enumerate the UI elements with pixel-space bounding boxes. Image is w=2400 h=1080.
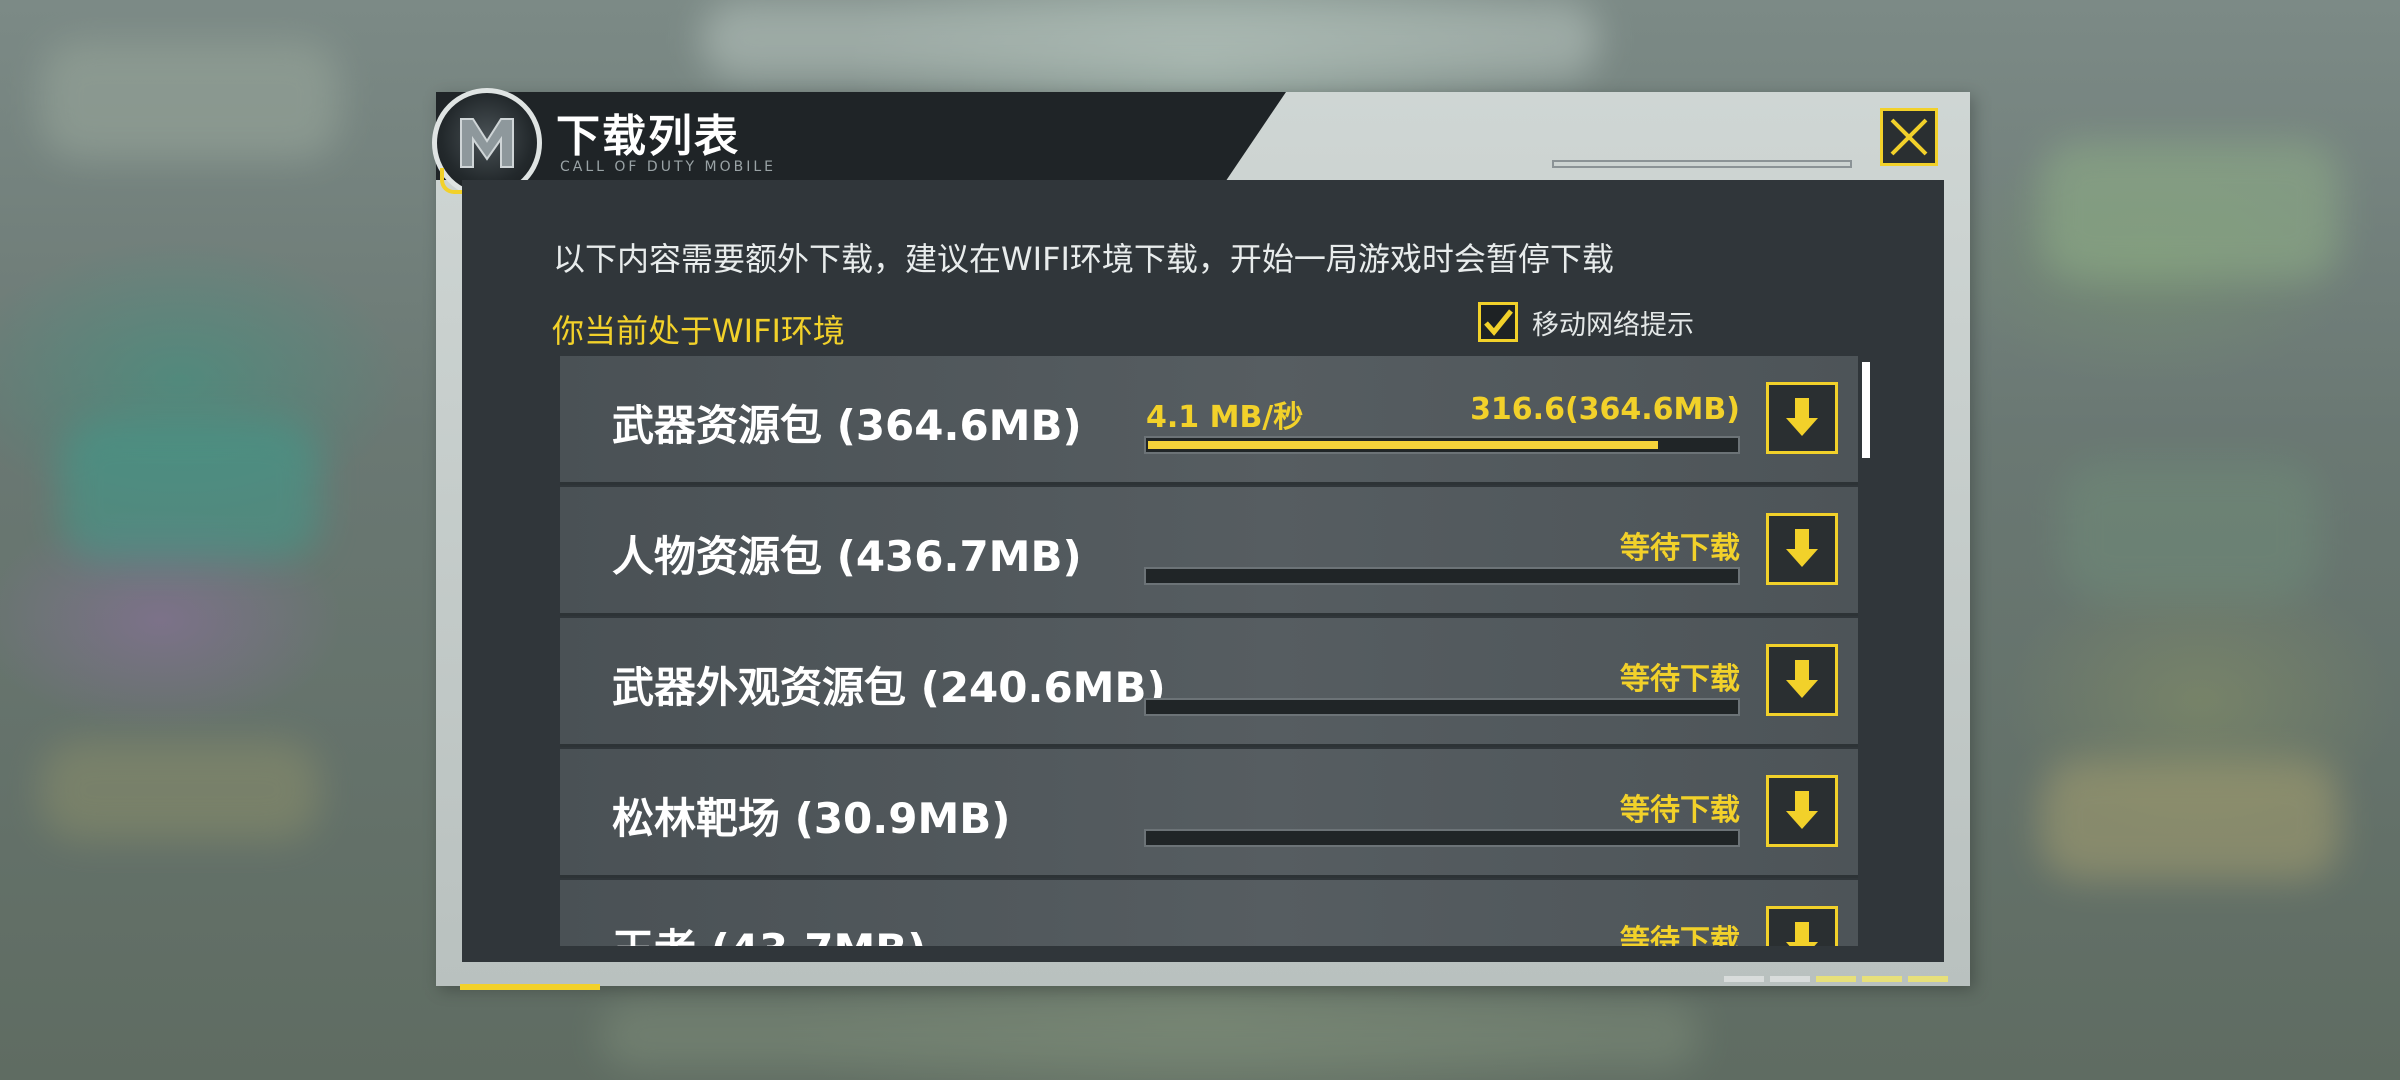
mobile-network-label: 移动网络提示 [1532,309,1694,341]
download-arrow-icon [1786,529,1818,567]
download-item: 王者 (43.7MB) 等待下载 [560,880,1858,946]
mobile-network-checkbox[interactable] [1478,302,1518,342]
download-button[interactable] [1766,906,1838,946]
download-arrow-icon [1786,660,1818,698]
dialog-title: 下载列表 [556,111,740,162]
download-progress-fill [1148,441,1658,449]
download-arrow-icon [1786,922,1818,946]
close-button[interactable] [1880,108,1938,166]
download-arrow-icon [1786,398,1818,436]
dialog-subtitle: CALL OF DUTY MOBILE [560,159,776,175]
download-item: 人物资源包 (436.7MB) 等待下载 [560,487,1858,616]
list-scrollbar[interactable] [1862,362,1870,458]
frame-accent [460,984,600,990]
download-item: 武器外观资源包 (240.6MB) 等待下载 [560,618,1858,747]
download-notice: 以下内容需要额外下载，建议在WIFI环境下载，开始一局游戏时会暂停下载 [553,240,1614,278]
download-status: 等待下载 [1620,662,1740,697]
download-progress-bar [1144,567,1740,585]
download-status: 316.6(364.6MB) [1470,392,1740,427]
download-list[interactable]: 武器资源包 (364.6MB) 4.1 MB/秒 316.6(364.6MB) … [560,356,1860,946]
download-status: 等待下载 [1620,924,1740,946]
download-progress-bar [1144,829,1740,847]
download-item: 武器资源包 (364.6MB) 4.1 MB/秒 316.6(364.6MB) [560,356,1858,485]
header-decoration [1552,160,1852,168]
download-button[interactable] [1766,513,1838,585]
download-item-name: 武器外观资源包 (240.6MB) [612,663,1166,712]
footer-decoration [1724,976,1948,982]
download-arrow-icon [1786,791,1818,829]
download-progress-bar [1144,698,1740,716]
download-button[interactable] [1766,775,1838,847]
wifi-status: 你当前处于WIFI环境 [552,312,845,350]
download-speed: 4.1 MB/秒 [1146,400,1304,435]
download-status: 等待下载 [1620,793,1740,828]
download-item-name: 松林靶场 (30.9MB) [612,794,1011,843]
checkmark-icon [1484,309,1513,336]
download-item-name: 王者 (43.7MB) [612,916,926,946]
download-item-name: 人物资源包 (436.7MB) [612,532,1082,581]
mobile-network-prompt-toggle[interactable]: 移动网络提示 [1478,302,1694,342]
download-button[interactable] [1766,382,1838,454]
download-progress-bar [1144,436,1740,454]
download-item-name: 武器资源包 (364.6MB) [612,401,1082,450]
download-button[interactable] [1766,644,1838,716]
close-x-icon [1890,118,1928,156]
download-item: 松林靶场 (30.9MB) 等待下载 [560,749,1858,878]
download-status: 等待下载 [1620,531,1740,566]
